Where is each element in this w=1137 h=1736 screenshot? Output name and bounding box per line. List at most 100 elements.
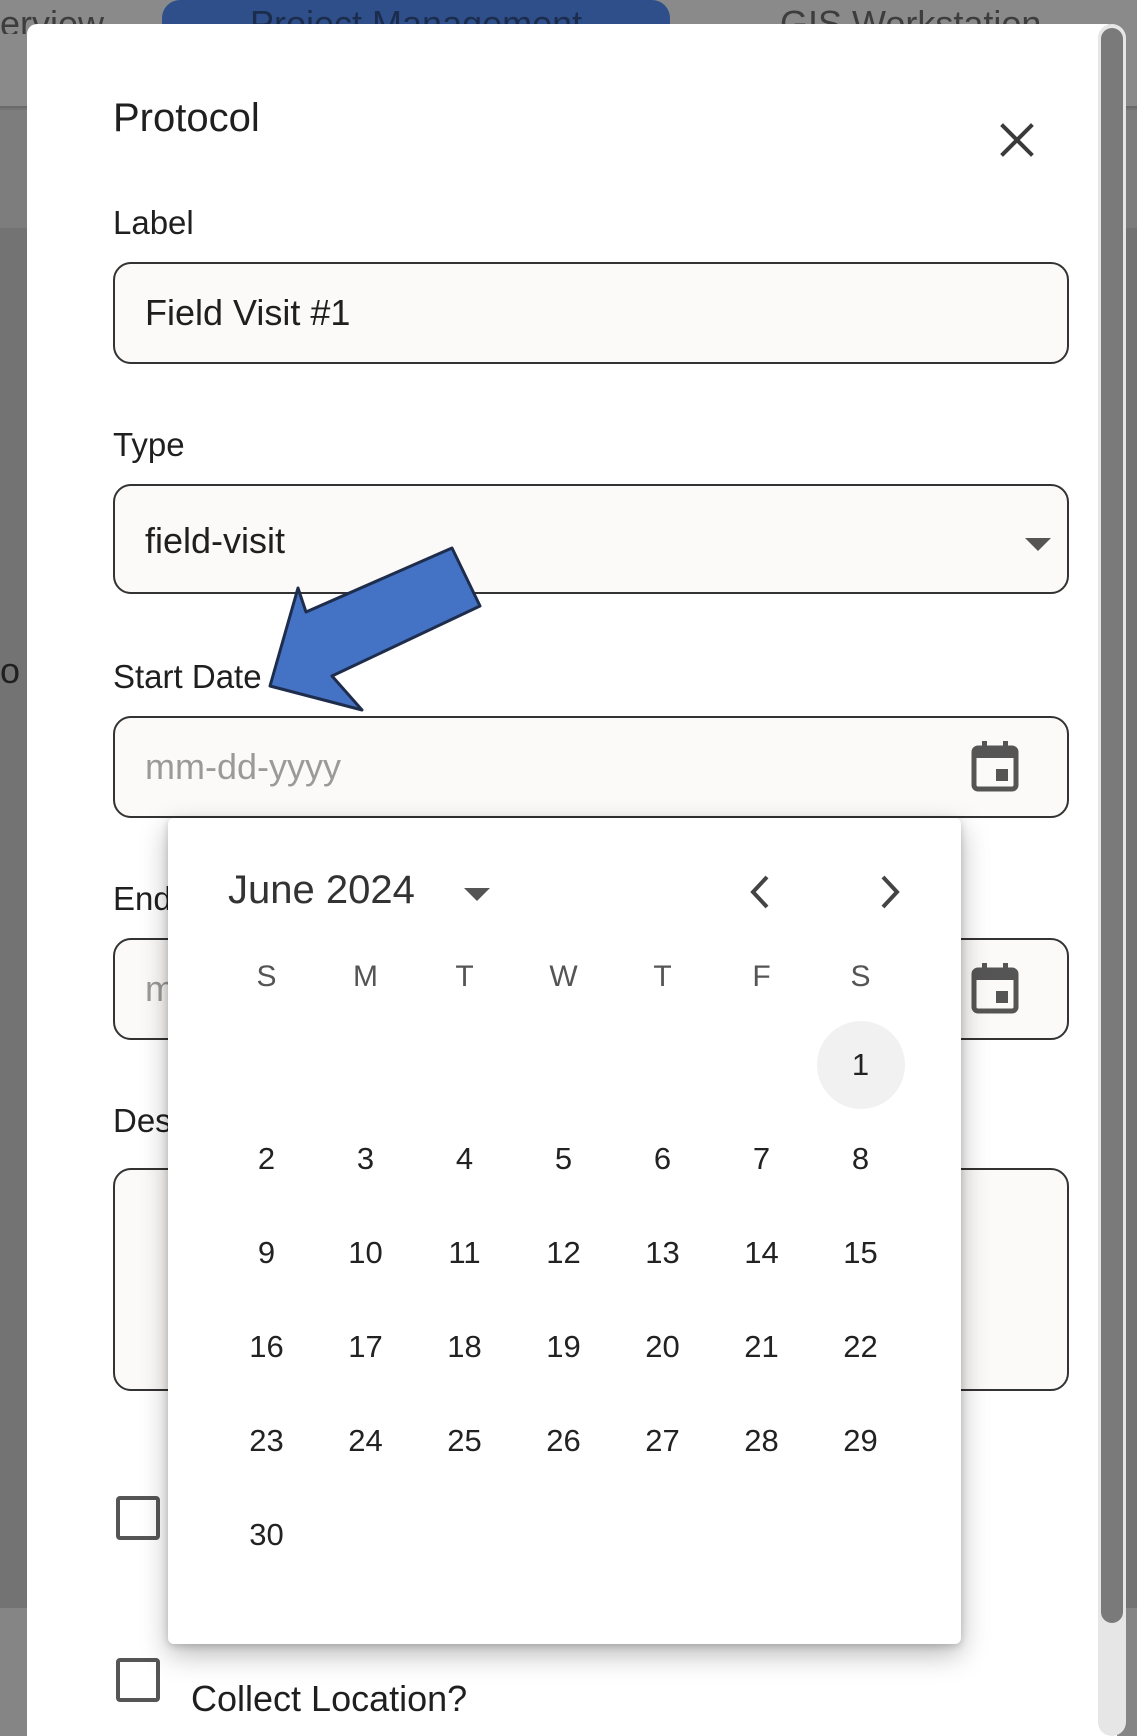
month-year-label[interactable]: June 2024 — [228, 868, 415, 913]
chevron-right-icon — [881, 875, 900, 909]
calendar-day[interactable]: 9 — [223, 1209, 311, 1297]
calendar-day[interactable]: 17 — [322, 1303, 410, 1391]
calendar-day-cell[interactable]: 25 — [415, 1394, 514, 1488]
calendar-day[interactable]: 6 — [619, 1115, 707, 1203]
calendar-day[interactable]: 10 — [322, 1209, 410, 1297]
calendar-week-row: 23 24 25 26 27 28 29 — [217, 1394, 910, 1488]
calendar-day[interactable]: 29 — [817, 1397, 905, 1485]
calendar-day[interactable]: 27 — [619, 1397, 707, 1485]
calendar-day-cell[interactable]: 5 — [514, 1112, 613, 1206]
start-date-input[interactable]: mm-dd-yyyy — [113, 716, 1069, 818]
calendar-day[interactable]: 14 — [718, 1209, 806, 1297]
calendar-week-row: 9 10 11 12 13 14 15 — [217, 1206, 910, 1300]
calendar-day[interactable]: 7 — [718, 1115, 806, 1203]
calendar-grid: S M T W T F S 1 2 3 4 5 6 7 8 9 10 11 12 13 14 15 16 17 18 19 20 21… — [217, 948, 910, 1582]
calendar-day-cell[interactable]: 27 — [613, 1394, 712, 1488]
calendar-day[interactable]: 18 — [421, 1303, 509, 1391]
date-picker-popup: June 2024 S M T W T F S 1 2 3 4 5 6 7 8 9 10 11 12 13 14 15 16… — [168, 818, 961, 1644]
collect-location-label: Collect Location? — [191, 1678, 468, 1719]
calendar-day-cell[interactable]: 9 — [217, 1206, 316, 1300]
weekday-label: T — [455, 960, 474, 993]
calendar-empty-cell — [415, 1018, 514, 1112]
calendar-day-cell[interactable]: 16 — [217, 1300, 316, 1394]
type-select-value: field-visit — [145, 520, 286, 561]
calendar-day[interactable]: 4 — [421, 1115, 509, 1203]
type-field-label: Type — [113, 426, 185, 463]
calendar-day-cell[interactable]: 13 — [613, 1206, 712, 1300]
collect-location-checkbox[interactable] — [116, 1658, 160, 1702]
calendar-day[interactable]: 1 — [816, 1021, 905, 1109]
label-input[interactable]: Field Visit #1 — [113, 262, 1069, 364]
month-dropdown-icon[interactable] — [464, 888, 490, 901]
calendar-day-cell[interactable]: 23 — [217, 1394, 316, 1488]
next-month-button[interactable] — [868, 870, 912, 914]
calendar-icon[interactable] — [971, 740, 1019, 792]
calendar-day-cell[interactable]: 7 — [712, 1112, 811, 1206]
calendar-day[interactable]: 30 — [223, 1491, 311, 1579]
calendar-day-cell[interactable]: 21 — [712, 1300, 811, 1394]
calendar-day[interactable]: 3 — [322, 1115, 410, 1203]
label-input-value: Field Visit #1 — [145, 292, 351, 333]
calendar-day-cell[interactable]: 3 — [316, 1112, 415, 1206]
close-button[interactable] — [989, 112, 1045, 168]
calendar-day-cell[interactable]: 14 — [712, 1206, 811, 1300]
chevron-left-icon — [750, 875, 769, 909]
calendar-day-cell[interactable]: 18 — [415, 1300, 514, 1394]
calendar-day[interactable]: 23 — [223, 1397, 311, 1485]
close-icon — [1000, 123, 1034, 157]
calendar-day[interactable]: 19 — [520, 1303, 608, 1391]
weekday-label: S — [256, 960, 277, 993]
type-select[interactable]: field-visit — [113, 484, 1069, 594]
calendar-day[interactable]: 8 — [817, 1115, 905, 1203]
calendar-day[interactable]: 15 — [817, 1209, 905, 1297]
calendar-day[interactable]: 22 — [817, 1303, 905, 1391]
calendar-day[interactable]: 12 — [520, 1209, 608, 1297]
dialog-scrollbar-thumb[interactable] — [1101, 28, 1123, 1623]
calendar-day[interactable]: 11 — [421, 1209, 509, 1297]
calendar-day-cell[interactable]: 26 — [514, 1394, 613, 1488]
weekday-label: S — [850, 960, 871, 993]
weekday-header-row: SMTWTFS — [217, 948, 910, 1018]
weekday-label: M — [353, 960, 378, 993]
calendar-empty-cell — [415, 1488, 514, 1582]
calendar-day-cell[interactable]: 29 — [811, 1394, 910, 1488]
calendar-day-cell[interactable]: 1 — [811, 1018, 910, 1112]
calendar-day-cell[interactable]: 8 — [811, 1112, 910, 1206]
calendar-day[interactable]: 5 — [520, 1115, 608, 1203]
calendar-day-cell[interactable]: 17 — [316, 1300, 415, 1394]
calendar-day[interactable]: 20 — [619, 1303, 707, 1391]
calendar-day[interactable]: 28 — [718, 1397, 806, 1485]
calendar-icon[interactable] — [971, 962, 1019, 1014]
calendar-day[interactable]: 2 — [223, 1115, 311, 1203]
weekday-label: F — [752, 960, 771, 993]
calendar-day-cell[interactable]: 2 — [217, 1112, 316, 1206]
calendar-empty-cell — [514, 1018, 613, 1112]
calendar-day-cell[interactable]: 22 — [811, 1300, 910, 1394]
calendar-day-cell[interactable]: 4 — [415, 1112, 514, 1206]
calendar-day-cell[interactable]: 28 — [712, 1394, 811, 1488]
calendar-day-cell[interactable]: 10 — [316, 1206, 415, 1300]
calendar-empty-cell — [316, 1018, 415, 1112]
calendar-day-cell[interactable]: 30 — [217, 1488, 316, 1582]
calendar-empty-cell — [712, 1488, 811, 1582]
calendar-day-cell[interactable]: 12 — [514, 1206, 613, 1300]
weekday-label: T — [653, 960, 672, 993]
calendar-day[interactable]: 21 — [718, 1303, 806, 1391]
calendar-empty-cell — [316, 1488, 415, 1582]
checkbox-1[interactable] — [116, 1496, 160, 1540]
calendar-week-row: 1 — [217, 1018, 910, 1112]
calendar-day-cell[interactable]: 11 — [415, 1206, 514, 1300]
calendar-day[interactable]: 26 — [520, 1397, 608, 1485]
calendar-day-cell[interactable]: 6 — [613, 1112, 712, 1206]
calendar-day[interactable]: 25 — [421, 1397, 509, 1485]
calendar-day[interactable]: 24 — [322, 1397, 410, 1485]
calendar-day-cell[interactable]: 24 — [316, 1394, 415, 1488]
calendar-day-cell[interactable]: 15 — [811, 1206, 910, 1300]
calendar-empty-cell — [811, 1488, 910, 1582]
previous-month-button[interactable] — [738, 870, 782, 914]
calendar-day-cell[interactable]: 20 — [613, 1300, 712, 1394]
calendar-day[interactable]: 13 — [619, 1209, 707, 1297]
calendar-day-cell[interactable]: 19 — [514, 1300, 613, 1394]
start-date-placeholder: mm-dd-yyyy — [145, 746, 341, 787]
calendar-day[interactable]: 16 — [223, 1303, 311, 1391]
